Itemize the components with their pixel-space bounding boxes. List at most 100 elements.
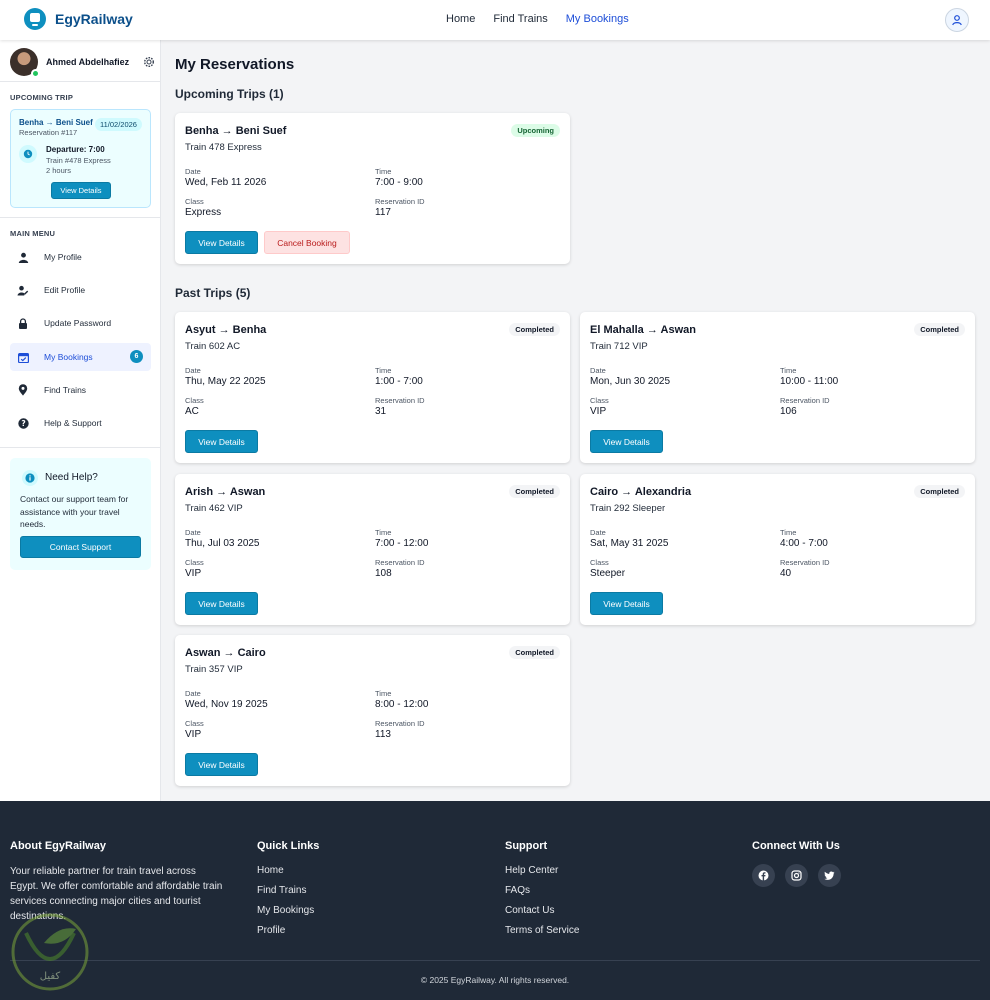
time-value: 4:00 - 7:00 [780, 538, 828, 549]
top-nav: EgyRailway Home Find Trains My Bookings [0, 0, 990, 40]
status-badge: Completed [914, 485, 965, 498]
status-badge: Completed [509, 323, 560, 336]
time-label: Time [375, 366, 392, 375]
reservation-card: Asyut → Benha Train 602 AC Completed Dat… [175, 312, 570, 463]
question-circle-icon: ? [17, 417, 29, 429]
user-account-button[interactable] [945, 8, 969, 32]
time-label: Time [375, 528, 392, 537]
date-value: Mon, Jun 30 2025 [590, 376, 671, 387]
trip-reservation: Reservation #117 [19, 128, 78, 137]
upcoming-trip-heading: UPCOMING TRIP [10, 93, 74, 102]
card-route: Cairo → Alexandria [590, 486, 692, 498]
reservation-id-value: 31 [375, 406, 387, 417]
view-details-button[interactable]: View Details [185, 592, 258, 615]
reservation-id-label: Reservation ID [375, 719, 425, 728]
class-label: Class [185, 197, 204, 206]
date-value: Wed, Nov 19 2025 [185, 699, 268, 710]
footer-link-contact-us[interactable]: Contact Us [505, 904, 579, 918]
gear-icon[interactable] [143, 56, 155, 68]
view-details-button[interactable]: View Details [185, 753, 258, 776]
reservation-id-label: Reservation ID [375, 197, 425, 206]
card-route: Aswan → Cairo [185, 647, 266, 659]
brand[interactable]: EgyRailway [24, 8, 133, 30]
main-menu-heading: MAIN MENU [10, 229, 56, 238]
card-train: Train 602 AC [185, 341, 241, 352]
footer-link-home[interactable]: Home [257, 864, 319, 878]
view-details-button[interactable]: View Details [590, 430, 663, 453]
clock-icon [19, 145, 37, 163]
reservation-id-value: 113 [375, 729, 391, 740]
reservation-card: Aswan → Cairo Train 357 VIP Completed Da… [175, 635, 570, 786]
footer-link-my-bookings[interactable]: My Bookings [257, 904, 319, 918]
time-label: Time [780, 366, 797, 375]
sidebar-item-label: My Profile [44, 252, 82, 262]
instagram-icon[interactable] [785, 864, 808, 887]
view-details-button[interactable]: View Details [590, 592, 663, 615]
card-train: Train 292 Sleeper [590, 503, 666, 514]
trip-train: Train #478 Express [46, 156, 111, 165]
bookings-count-badge: 6 [130, 350, 143, 363]
footer-link-help-center[interactable]: Help Center [505, 864, 579, 878]
class-value: AC [185, 406, 199, 417]
footer-connect-title: Connect With Us [752, 840, 840, 852]
card-train: Train 462 VIP [185, 503, 243, 514]
footer-link-find-trains[interactable]: Find Trains [257, 884, 319, 898]
sidebar-item-find-trains[interactable]: Find Trains [10, 376, 151, 404]
reservation-card: Arish → Aswan Train 462 VIP Completed Da… [175, 474, 570, 625]
sidebar-item-update-password[interactable]: Update Password [10, 309, 151, 337]
social-links [752, 864, 841, 887]
user-icon [952, 15, 962, 26]
nav-link-find-trains[interactable]: Find Trains [493, 13, 547, 25]
reservation-id-value: 117 [375, 207, 391, 218]
sidebar-item-edit-profile[interactable]: Edit Profile [10, 276, 151, 304]
reservation-id-label: Reservation ID [375, 396, 425, 405]
time-label: Time [780, 528, 797, 537]
reservation-id-label: Reservation ID [780, 396, 830, 405]
trip-date-badge: 11/02/2026 [95, 118, 142, 131]
sidebar-item-label: My Bookings [44, 352, 93, 362]
upcoming-view-details-button[interactable]: View Details [51, 182, 111, 199]
class-value: VIP [185, 568, 202, 579]
map-pin-icon [17, 384, 29, 396]
time-label: Time [375, 167, 392, 176]
facebook-icon[interactable] [752, 864, 775, 887]
cancel-booking-button[interactable]: Cancel Booking [264, 231, 350, 254]
view-details-button[interactable]: View Details [185, 231, 258, 254]
footer-about: About EgyRailway Your reliable partner f… [10, 840, 225, 924]
status-badge: Completed [509, 485, 560, 498]
class-value: VIP [185, 729, 202, 740]
nav-link-my-bookings[interactable]: My Bookings [566, 13, 629, 25]
class-value: VIP [590, 406, 607, 417]
card-train: Train 478 Express [185, 142, 262, 153]
svg-text:?: ? [21, 419, 25, 428]
sidebar-item-help-support[interactable]: ? Help & Support [10, 409, 151, 437]
footer-link-profile[interactable]: Profile [257, 924, 319, 938]
twitter-icon[interactable] [818, 864, 841, 887]
view-details-button[interactable]: View Details [185, 430, 258, 453]
time-value: 7:00 - 12:00 [375, 538, 429, 549]
reservation-id-value: 108 [375, 568, 392, 579]
card-route: Asyut → Benha [185, 324, 267, 336]
reservation-id-label: Reservation ID [780, 558, 830, 567]
profile-name: Ahmed Abdelhafiez [46, 57, 130, 67]
status-badge: Completed [509, 646, 560, 659]
user-edit-icon [17, 284, 29, 296]
sidebar-item-my-bookings[interactable]: My Bookings 6 [10, 343, 151, 371]
footer-link-faqs[interactable]: FAQs [505, 884, 579, 898]
time-value: 10:00 - 11:00 [780, 376, 839, 387]
sidebar-item-label: Find Trains [44, 385, 87, 395]
footer-link-terms[interactable]: Terms of Service [505, 924, 579, 938]
sidebar-item-label: Help & Support [44, 418, 102, 428]
watermark-logo: كفيل [11, 913, 89, 991]
avatar[interactable] [10, 48, 40, 78]
contact-support-button[interactable]: Contact Support [20, 536, 141, 558]
date-label: Date [185, 167, 201, 176]
trip-duration: 2 hours [46, 166, 72, 175]
card-route: Benha → Beni Suef [185, 125, 287, 137]
footer-divider [10, 960, 980, 961]
date-label: Date [185, 366, 201, 375]
sidebar-item-my-profile[interactable]: My Profile [10, 243, 151, 271]
nav-link-home[interactable]: Home [446, 13, 475, 25]
date-label: Date [590, 528, 606, 537]
footer: About EgyRailway Your reliable partner f… [0, 801, 990, 1000]
